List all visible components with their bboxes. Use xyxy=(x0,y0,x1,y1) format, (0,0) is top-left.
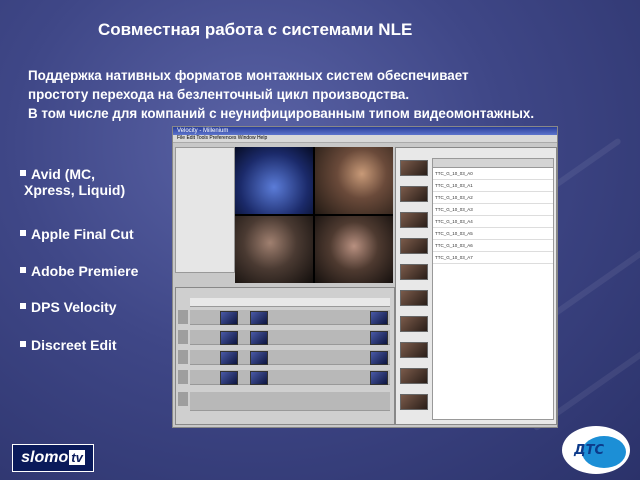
bullet-label: Apple Final Cut xyxy=(31,226,134,242)
bullet-premiere: Adobe Premiere xyxy=(20,263,138,279)
intro-line: Поддержка нативных форматов монтажных си… xyxy=(28,68,469,83)
clip-bin: TTC_G_10_03_A0 TTC_G_10_03_A1 TTC_G_10_0… xyxy=(395,147,557,425)
timeline-clip xyxy=(250,311,268,325)
table-row: TTC_G_10_03_A7 xyxy=(433,252,553,264)
intro-text: Поддержка нативных форматов монтажных си… xyxy=(28,66,638,123)
table-row: TTC_G_10_03_A0 xyxy=(433,168,553,180)
slide-title: Совместная работа с системами NLE xyxy=(98,20,413,39)
timeline-ruler xyxy=(190,298,390,307)
bullet-marker xyxy=(20,267,26,274)
bullet-marker xyxy=(20,303,26,310)
bullet-label-cont: Xpress, Liquid) xyxy=(24,182,126,198)
timeline-track xyxy=(190,350,390,365)
bullet-label: Adobe Premiere xyxy=(31,263,139,279)
timeline-clip xyxy=(220,331,238,345)
table-row: TTC_G_10_03_A5 xyxy=(433,228,553,240)
bullet-avid: Avid (MC, Xpress, Liquid) xyxy=(20,166,125,198)
bullet-marker xyxy=(20,170,26,177)
clip-thumbnail xyxy=(400,238,428,254)
bullet-final-cut: Apple Final Cut xyxy=(20,226,134,242)
app-menubar: File Edit Tools Preferences Window Help xyxy=(173,135,557,143)
bullet-label: Discreet Edit xyxy=(31,337,117,353)
slomo-logo: slomo tv xyxy=(12,444,94,472)
track-label xyxy=(178,330,188,344)
dts-logo: ДТС xyxy=(562,426,630,474)
timeline-clip xyxy=(220,311,238,325)
table-row: TTC_G_10_03_A4 xyxy=(433,216,553,228)
bullet-discreet: Discreet Edit xyxy=(20,337,117,353)
timeline-clip xyxy=(250,371,268,385)
nle-screenshot: Velocity - Millenium File Edit Tools Pre… xyxy=(172,126,558,428)
timeline-clip xyxy=(220,351,238,365)
clip-thumbnail xyxy=(400,290,428,306)
video-frame xyxy=(315,216,393,283)
bullet-marker xyxy=(20,230,26,237)
clip-thumbnail xyxy=(400,186,428,202)
timeline-clip xyxy=(370,311,388,325)
timeline-clip xyxy=(370,351,388,365)
table-row: TTC_G_10_03_A2 xyxy=(433,192,553,204)
timeline-track xyxy=(190,310,390,325)
video-frame xyxy=(315,147,393,214)
bullet-label: DPS Velocity xyxy=(31,299,117,315)
clip-thumbnail xyxy=(400,368,428,384)
clip-thumbnail xyxy=(400,264,428,280)
timeline-track xyxy=(190,330,390,345)
track-label xyxy=(178,310,188,324)
track-label xyxy=(178,392,188,406)
intro-line: простоту перехода на безленточный цикл п… xyxy=(28,87,410,102)
source-panel xyxy=(175,147,235,273)
track-label xyxy=(178,370,188,384)
video-monitor xyxy=(235,147,393,283)
bullet-label: Avid (MC, xyxy=(31,166,96,182)
video-frame xyxy=(235,216,313,283)
table-row: TTC_G_10_03_A3 xyxy=(433,204,553,216)
clip-thumbnail xyxy=(400,160,428,176)
table-row: TTC_G_10_03_A1 xyxy=(433,180,553,192)
timeline-clip xyxy=(370,331,388,345)
clip-table: TTC_G_10_03_A0 TTC_G_10_03_A1 TTC_G_10_0… xyxy=(432,158,554,420)
bullet-marker xyxy=(20,341,26,348)
table-header xyxy=(433,159,553,168)
dts-logo-text: ДТС xyxy=(573,443,604,458)
slomo-logo-suffix: tv xyxy=(69,450,85,465)
timeline-clip xyxy=(250,331,268,345)
slomo-logo-text: slomo xyxy=(21,449,69,466)
thumbnail-column xyxy=(398,158,428,420)
table-row: TTC_G_10_03_A6 xyxy=(433,240,553,252)
clip-thumbnail xyxy=(400,342,428,358)
bullet-velocity: DPS Velocity xyxy=(20,299,117,315)
clip-thumbnail xyxy=(400,394,428,410)
timeline-clip xyxy=(250,351,268,365)
timeline-panel xyxy=(175,287,395,425)
timeline-clip xyxy=(370,371,388,385)
timeline-clip xyxy=(220,371,238,385)
video-frame xyxy=(235,147,313,214)
timeline-track xyxy=(190,370,390,385)
app-titlebar: Velocity - Millenium xyxy=(173,127,557,135)
timeline-track xyxy=(190,392,390,411)
clip-thumbnail xyxy=(400,316,428,332)
track-label xyxy=(178,350,188,364)
intro-line: В том числе для компаний с неунифицирова… xyxy=(28,106,535,121)
clip-thumbnail xyxy=(400,212,428,228)
